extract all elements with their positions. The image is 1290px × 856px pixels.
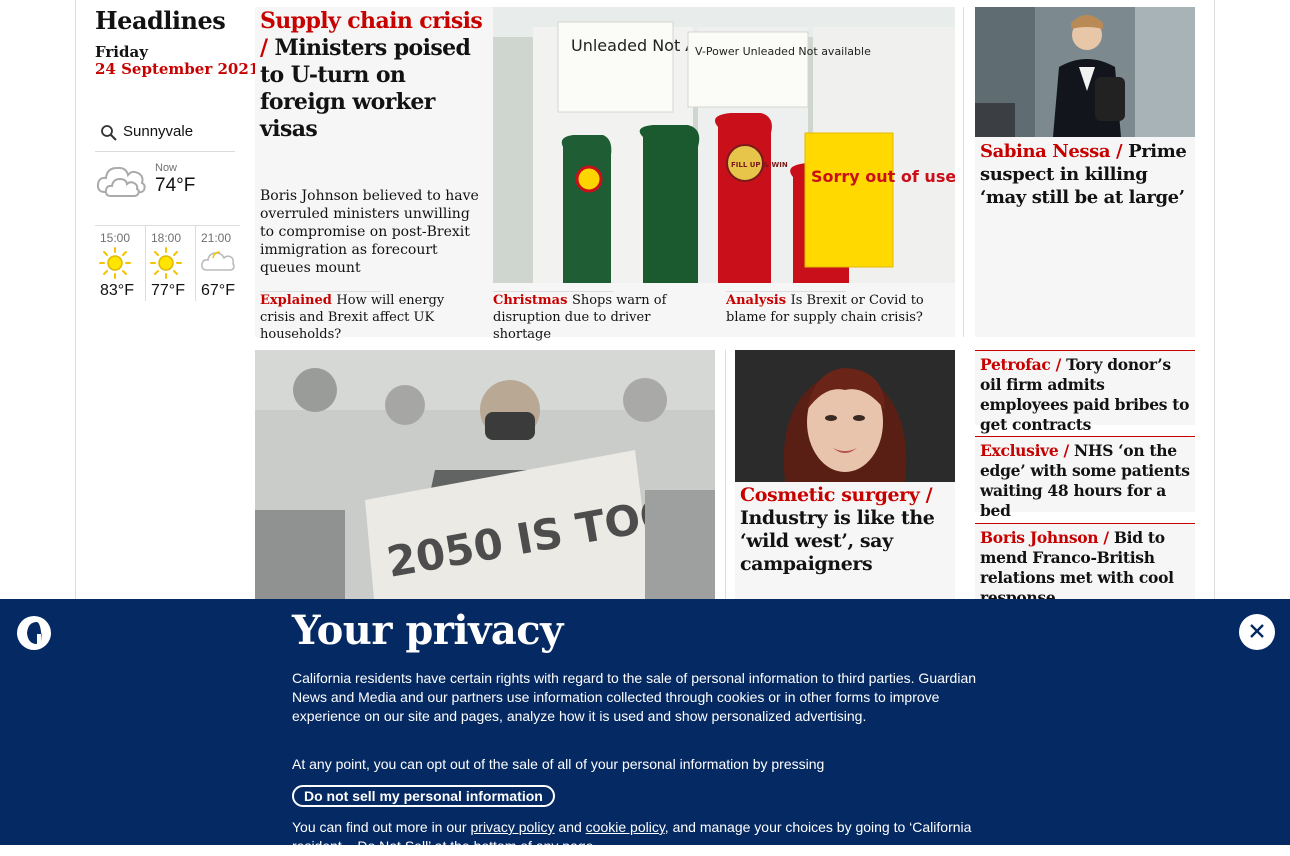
right-top-kicker: Sabina Nessa / bbox=[980, 141, 1123, 162]
forecast-item: 21:00 67°F bbox=[195, 226, 244, 301]
list-item-kicker: Petrofac / bbox=[980, 355, 1061, 374]
climate-protest-image[interactable]: 2050 IS TOO LATE bbox=[255, 350, 715, 610]
cosmetic-kicker: Cosmetic surgery / bbox=[740, 484, 933, 506]
privacy-policy-link[interactable]: privacy policy bbox=[471, 819, 555, 835]
privacy-paragraph-more: You can find out more in our privacy pol… bbox=[292, 818, 992, 856]
sublink-kicker: Christmas bbox=[493, 293, 568, 308]
forecast-item: 18:00 77°F bbox=[145, 226, 194, 301]
close-icon bbox=[1248, 623, 1266, 643]
guardian-logo-icon bbox=[16, 615, 52, 655]
sign-sorry: Sorry out of use bbox=[811, 167, 955, 186]
sublink-analysis[interactable]: Analysis Is Brexit or Covid to blame for… bbox=[726, 291, 926, 326]
weather-location-label: Sunnyvale bbox=[123, 123, 194, 140]
sign-fill-up: FILL UP & WIN bbox=[731, 161, 788, 169]
date-full: 24 September 2021 bbox=[95, 60, 260, 78]
cloudy-icon bbox=[95, 158, 147, 204]
sun-icon bbox=[149, 246, 183, 284]
right-top-headline[interactable]: Sabina Nessa / Prime suspect in killing … bbox=[980, 140, 1190, 209]
list-item[interactable]: Exclusive / NHS ‘on the edge’ with some … bbox=[975, 436, 1195, 520]
cosmetic-image[interactable] bbox=[735, 350, 955, 482]
sublink-kicker: Explained bbox=[260, 293, 332, 308]
lead-standfirst: Boris Johnson believed to have overruled… bbox=[260, 188, 479, 276]
forecast-time: 21:00 bbox=[201, 231, 232, 245]
privacy-paragraph-rights: California residents have certain rights… bbox=[292, 670, 977, 724]
cosmetic-headline[interactable]: Cosmetic surgery / Industry is like the … bbox=[740, 484, 950, 576]
weather-now-label: Now bbox=[155, 162, 178, 174]
list-item-kicker: Exclusive / bbox=[980, 441, 1069, 460]
do-not-sell-button[interactable]: Do not sell my personal information bbox=[292, 785, 555, 807]
sublink-explained[interactable]: Explained How will energy crisis and Bre… bbox=[260, 291, 475, 343]
forecast-time: 15:00 bbox=[100, 231, 131, 245]
weather-location[interactable]: Sunnyvale bbox=[95, 116, 235, 152]
search-icon bbox=[100, 124, 118, 146]
date-day: Friday bbox=[95, 43, 148, 61]
right-top-image[interactable] bbox=[975, 7, 1195, 137]
cookie-policy-link[interactable]: cookie policy bbox=[586, 819, 665, 835]
close-banner-button[interactable] bbox=[1239, 614, 1275, 650]
forecast-temp: 67°F bbox=[201, 282, 235, 299]
privacy-paragraph-optout: At any point, you can opt out of the sal… bbox=[292, 756, 825, 772]
privacy-title: Your privacy bbox=[292, 607, 563, 654]
lead-kicker: Supply chain crisis bbox=[260, 8, 483, 34]
forecast-temp: 77°F bbox=[151, 282, 185, 299]
forecast-temp: 83°F bbox=[100, 282, 134, 299]
lead-headline-text: Ministers poised to U-turn on foreign wo… bbox=[260, 35, 471, 142]
list-item-kicker: Boris Johnson / bbox=[980, 528, 1109, 547]
list-item[interactable]: Boris Johnson / Bid to mend Franco-Briti… bbox=[975, 523, 1195, 607]
weather-forecast: 15:00 83°F 18:00 77°F 21:00 67°F bbox=[95, 225, 240, 301]
privacy-more-text: You can find out more in our bbox=[292, 819, 467, 835]
lead-kicker-separator: / bbox=[260, 35, 268, 61]
sublink-christmas[interactable]: Christmas Shops warn of disruption due t… bbox=[493, 291, 708, 343]
sun-icon bbox=[98, 246, 132, 284]
cloud-icon bbox=[199, 246, 235, 280]
privacy-and-text: and bbox=[558, 819, 582, 835]
forecast-item: 15:00 83°F bbox=[95, 226, 143, 301]
sign-vpower: V-Power Unleaded Not available bbox=[695, 45, 871, 58]
sublink-kicker: Analysis bbox=[726, 293, 787, 308]
forecast-time: 18:00 bbox=[151, 231, 182, 245]
headlines-title: Headlines bbox=[95, 6, 226, 35]
privacy-banner: Your privacy California residents have c… bbox=[0, 599, 1290, 854]
lead-headline[interactable]: Supply chain crisis / Ministers poised t… bbox=[260, 8, 485, 143]
cosmetic-headline-text: Industry is like the ‘wild west’, say ca… bbox=[740, 507, 935, 575]
column-divider bbox=[963, 7, 964, 337]
lead-image-fuel-pumps[interactable]: Unleaded Not Available. V-Power Unleaded… bbox=[493, 7, 955, 283]
weather-now-temp: 74°F bbox=[155, 175, 196, 196]
list-item[interactable]: Petrofac / Tory donor’s oil firm admits … bbox=[975, 350, 1195, 434]
column-divider bbox=[725, 350, 726, 600]
